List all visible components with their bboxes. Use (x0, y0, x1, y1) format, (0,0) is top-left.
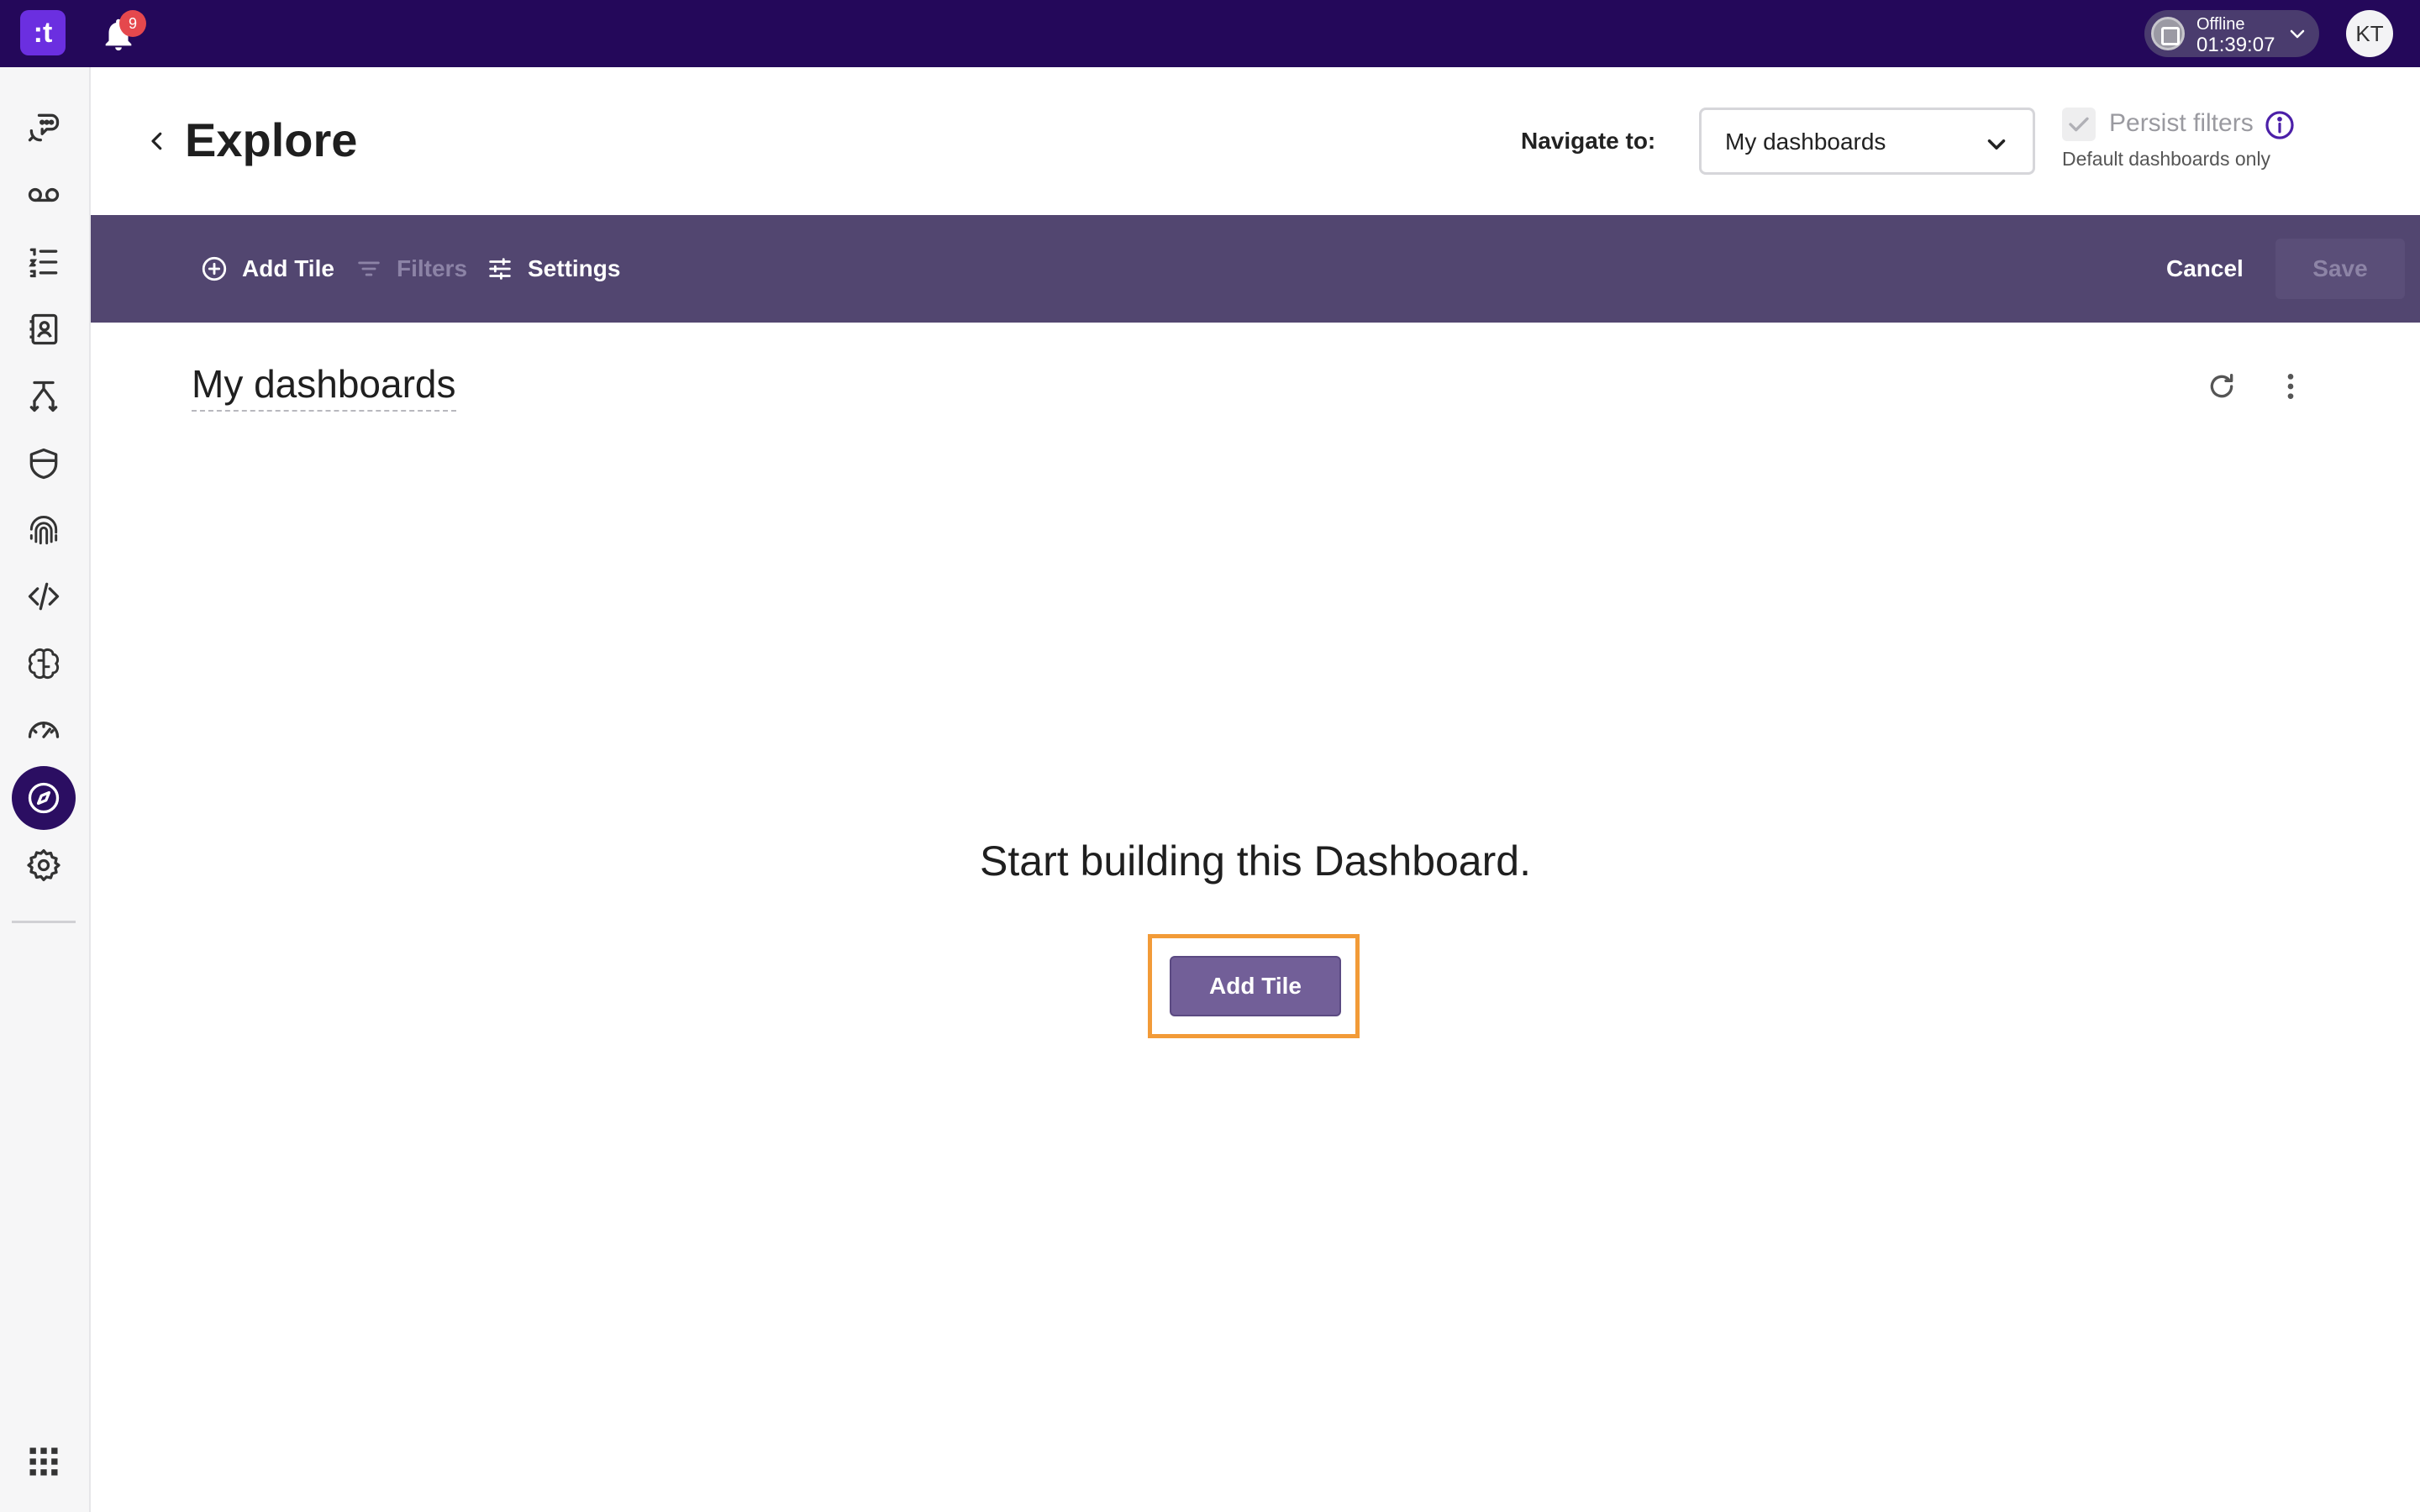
fingerprint-icon (29, 516, 58, 545)
sliders-icon (489, 258, 511, 280)
sidebar-item-developer[interactable] (12, 564, 76, 628)
sidebar-divider (12, 921, 76, 923)
brain-icon (28, 648, 60, 680)
agent-status-dropdown[interactable]: Offline 01:39:07 (2144, 10, 2319, 57)
shield-icon (29, 448, 58, 480)
toolbar-add-tile-label: Add Tile (242, 255, 334, 281)
navigate-to-value: My dashboards (1725, 129, 1886, 155)
dashboard-title[interactable]: My dashboards (192, 361, 456, 412)
persist-filters-label: Persist filters (2109, 109, 2254, 137)
sidebar-item-conversations[interactable] (12, 96, 76, 160)
add-tile-button[interactable]: Add Tile (1170, 956, 1341, 1016)
filter-icon (358, 261, 380, 276)
chevron-down-icon (2290, 29, 2305, 39)
gauge-icon (28, 722, 60, 738)
conversation-icon (28, 113, 60, 142)
persist-filters-checkbox[interactable] (2062, 108, 2096, 141)
toolbar-filters-label: Filters (397, 255, 468, 281)
status-indicator-icon (2151, 17, 2185, 50)
code-icon (28, 582, 60, 611)
sidebar-item-voicemail[interactable] (12, 163, 76, 227)
toolbar-settings-button[interactable]: Settings (486, 249, 620, 289)
top-bar: :t 9 Offline 01:39:07 KT (0, 0, 2420, 67)
dashboard-edit-toolbar: Add Tile Filters Settings Cancel Save (91, 215, 2420, 323)
sidebar-item-routing[interactable] (12, 365, 76, 428)
sidebar-item-ai[interactable] (12, 632, 76, 696)
navigate-to-label: Navigate to: (1521, 128, 1656, 154)
sidebar-item-explore[interactable] (12, 766, 76, 830)
sidebar-item-security[interactable] (12, 432, 76, 496)
status-label: Offline (2196, 15, 2245, 34)
plus-circle-icon (202, 256, 227, 281)
empty-state-message: Start building this Dashboard. (980, 837, 1531, 885)
info-icon[interactable] (2264, 109, 2296, 141)
more-vertical-icon[interactable] (2274, 370, 2307, 403)
refresh-icon[interactable] (2205, 370, 2238, 403)
routing-icon (29, 381, 58, 412)
list-icon (29, 248, 58, 278)
navigate-to-select[interactable]: My dashboards (1699, 108, 2035, 175)
back-chevron-icon[interactable] (145, 126, 170, 156)
sidebar-item-contacts[interactable] (12, 297, 76, 361)
save-button[interactable]: Save (2275, 239, 2405, 299)
cancel-button[interactable]: Cancel (2166, 249, 2244, 289)
status-timer: 01:39:07 (2196, 34, 2275, 56)
apps-grid-icon[interactable] (25, 1443, 62, 1480)
compass-icon (28, 782, 60, 814)
notification-badge: 9 (119, 10, 146, 37)
sidebar-item-biometrics[interactable] (12, 499, 76, 563)
checkmark-icon (2069, 117, 2089, 132)
user-avatar[interactable]: KT (2346, 10, 2393, 57)
toolbar-filters-button[interactable]: Filters (355, 249, 467, 289)
left-sidebar (0, 67, 91, 1512)
sidebar-item-lists[interactable] (12, 230, 76, 294)
chevron-down-icon (1987, 139, 2006, 150)
sidebar-item-analytics[interactable] (12, 697, 76, 761)
voicemail-icon (28, 187, 60, 202)
contacts-icon (29, 313, 58, 345)
toolbar-settings-label: Settings (528, 255, 621, 281)
page-title: Explore (185, 113, 358, 166)
toolbar-add-tile-button[interactable]: Add Tile (200, 249, 334, 289)
app-logo[interactable]: :t (20, 10, 66, 55)
persist-filters-hint: Default dashboards only (2062, 148, 2271, 170)
